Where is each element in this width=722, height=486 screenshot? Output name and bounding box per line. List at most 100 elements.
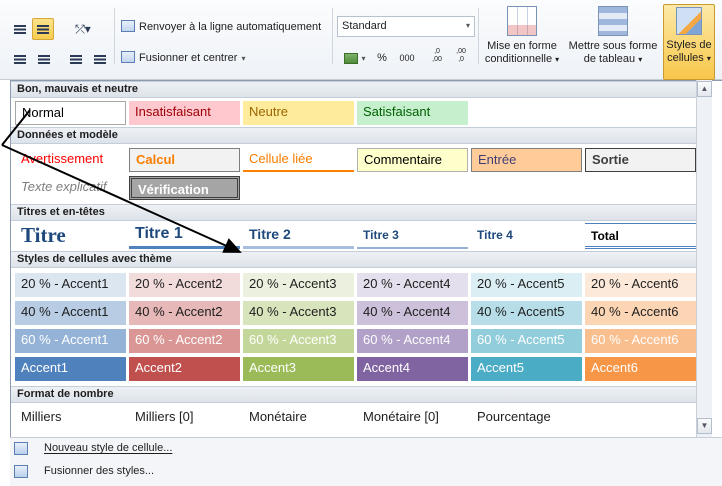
increase-indent-icon	[94, 54, 106, 64]
style-linked-cell[interactable]: Cellule liée	[243, 148, 354, 172]
decrease-indent-icon	[70, 54, 82, 64]
merge-center-icon	[121, 51, 135, 63]
merge-styles-item[interactable]: Fusionner des styles...	[10, 461, 710, 483]
cell-styles-button[interactable]: Styles de cellules ▾	[663, 4, 715, 80]
style-currency[interactable]: Monétaire	[243, 406, 354, 430]
style-accent5[interactable]: Accent5	[471, 357, 582, 381]
style-40-accent5[interactable]: 40 % - Accent5	[471, 301, 582, 325]
align-top-button[interactable]	[10, 18, 30, 40]
style-60-accent5[interactable]: 60 % - Accent5	[471, 329, 582, 353]
increase-indent-button[interactable]	[90, 48, 110, 70]
percent-label: %	[377, 52, 387, 64]
orientation-button[interactable]: ⤱▾	[68, 18, 98, 40]
style-20-accent5[interactable]: 20 % - Accent5	[471, 273, 582, 297]
chevron-down-icon: ▾	[361, 53, 366, 63]
wrap-text-button[interactable]: Renvoyer à la ligne automatiquement	[121, 20, 321, 33]
style-comma[interactable]: Milliers	[15, 406, 126, 430]
style-warning[interactable]: Avertissement	[15, 148, 126, 172]
style-explanatory[interactable]: Texte explicatif	[15, 176, 126, 200]
style-bad[interactable]: Insatisfaisant	[129, 101, 240, 125]
align-right-button[interactable]	[34, 48, 54, 70]
style-check-cell[interactable]: Vérification	[129, 176, 240, 200]
style-percent[interactable]: Pourcentage	[471, 406, 582, 430]
section-themed-styles: Styles de cellules avec thème	[11, 251, 697, 268]
style-accent4[interactable]: Accent4	[357, 357, 468, 381]
style-accent3[interactable]: Accent3	[243, 357, 354, 381]
gallery-menu: Nouveau style de cellule... Fusionner de…	[10, 437, 722, 486]
style-heading-1[interactable]: Titre 1	[129, 223, 240, 249]
style-total[interactable]: Total	[585, 223, 696, 249]
chevron-down-icon: ▾	[465, 21, 470, 30]
ribbon-toolbar: ⤱▾ Renvoyer à la ligne automatiquement F…	[0, 0, 722, 80]
cell-styles-icon	[676, 7, 702, 35]
format-as-table-button[interactable]: Mettre sous forme de tableau ▾	[565, 4, 661, 66]
section-data-model: Données et modèle	[11, 127, 697, 144]
style-output[interactable]: Sortie	[585, 148, 696, 172]
wrap-text-label: Renvoyer à la ligne automatiquement	[139, 21, 322, 33]
style-20-accent1[interactable]: 20 % - Accent1	[15, 273, 126, 297]
style-comma-0[interactable]: Milliers [0]	[129, 406, 240, 430]
style-heading-2[interactable]: Titre 2	[243, 223, 354, 249]
merge-center-button[interactable]: Fusionner et centrer ▾	[121, 51, 245, 64]
align-middle-button[interactable]	[32, 18, 54, 40]
decrease-decimal-button[interactable]: ,00 ,0	[452, 45, 470, 67]
style-40-accent3[interactable]: 40 % - Accent3	[243, 301, 354, 325]
style-calculation[interactable]: Calcul	[129, 148, 240, 172]
format-as-table-label-1: Mettre sous forme	[568, 40, 658, 52]
style-60-accent1[interactable]: 60 % - Accent1	[15, 329, 126, 353]
style-40-accent2[interactable]: 40 % - Accent2	[129, 301, 240, 325]
chevron-down-icon: ▾	[706, 54, 711, 63]
align-top-icon	[14, 24, 26, 34]
style-normal[interactable]: Normal	[15, 101, 126, 125]
style-title[interactable]: Titre	[15, 223, 126, 249]
style-20-accent2[interactable]: 20 % - Accent2	[129, 273, 240, 297]
section-number-format: Format de nombre	[11, 386, 697, 403]
new-style-icon	[14, 442, 28, 455]
decrease-indent-button[interactable]	[66, 48, 86, 70]
align-left-button[interactable]	[10, 48, 30, 70]
scroll-up-button[interactable]: ▲	[697, 81, 712, 97]
style-60-accent6[interactable]: 60 % - Accent6	[585, 329, 696, 353]
number-format-value: Standard	[342, 20, 387, 32]
thousands-button[interactable]: 000	[396, 47, 418, 69]
style-note[interactable]: Commentaire	[357, 148, 468, 172]
style-neutral[interactable]: Neutre	[243, 101, 354, 125]
number-format-select[interactable]: Standard ▾	[337, 16, 475, 37]
style-20-accent4[interactable]: 20 % - Accent4	[357, 273, 468, 297]
style-heading-3[interactable]: Titre 3	[357, 223, 468, 249]
style-60-accent3[interactable]: 60 % - Accent3	[243, 329, 354, 353]
separator	[478, 8, 479, 64]
style-60-accent2[interactable]: 60 % - Accent2	[129, 329, 240, 353]
style-good[interactable]: Satisfaisant	[357, 101, 468, 125]
align-right-icon	[38, 54, 50, 64]
cell-styles-gallery: Bon, mauvais et neutre Normal Insatisfai…	[10, 80, 722, 486]
chevron-down-icon: ▼	[700, 421, 709, 430]
scroll-down-button[interactable]: ▼	[697, 418, 712, 434]
style-20-accent3[interactable]: 20 % - Accent3	[243, 273, 354, 297]
style-accent6[interactable]: Accent6	[585, 357, 696, 381]
style-accent2[interactable]: Accent2	[129, 357, 240, 381]
style-heading-4[interactable]: Titre 4	[471, 223, 582, 249]
increase-decimal-button[interactable]: ,0 ,00	[428, 45, 446, 67]
merge-styles-label: Fusionner des styles...	[44, 465, 155, 477]
style-60-accent4[interactable]: 60 % - Accent4	[357, 329, 468, 353]
style-accent1[interactable]: Accent1	[15, 357, 126, 381]
style-20-accent6[interactable]: 20 % - Accent6	[585, 273, 696, 297]
style-currency-0[interactable]: Monétaire [0]	[357, 406, 468, 430]
section-good-bad-neutral: Bon, mauvais et neutre	[11, 81, 697, 98]
currency-button[interactable]: ▾	[340, 47, 370, 69]
section-titles-headings: Titres et en-têtes	[11, 204, 697, 221]
conditional-format-icon	[507, 6, 537, 36]
percent-button[interactable]: %	[374, 47, 390, 69]
style-40-accent4[interactable]: 40 % - Accent4	[357, 301, 468, 325]
merge-center-label: Fusionner et centrer	[139, 52, 238, 64]
new-cell-style-item[interactable]: Nouveau style de cellule...	[10, 438, 710, 460]
style-40-accent6[interactable]: 40 % - Accent6	[585, 301, 696, 325]
style-input[interactable]: Entrée	[471, 148, 582, 172]
wrap-text-icon	[121, 20, 135, 32]
conditional-format-button[interactable]: Mise en forme conditionnelle ▾	[481, 4, 563, 66]
gallery-scrollbar[interactable]: ▲ ▼	[696, 80, 712, 437]
separator	[332, 8, 333, 64]
conditional-format-label-2: conditionnelle	[484, 53, 553, 65]
style-40-accent1[interactable]: 40 % - Accent1	[15, 301, 126, 325]
